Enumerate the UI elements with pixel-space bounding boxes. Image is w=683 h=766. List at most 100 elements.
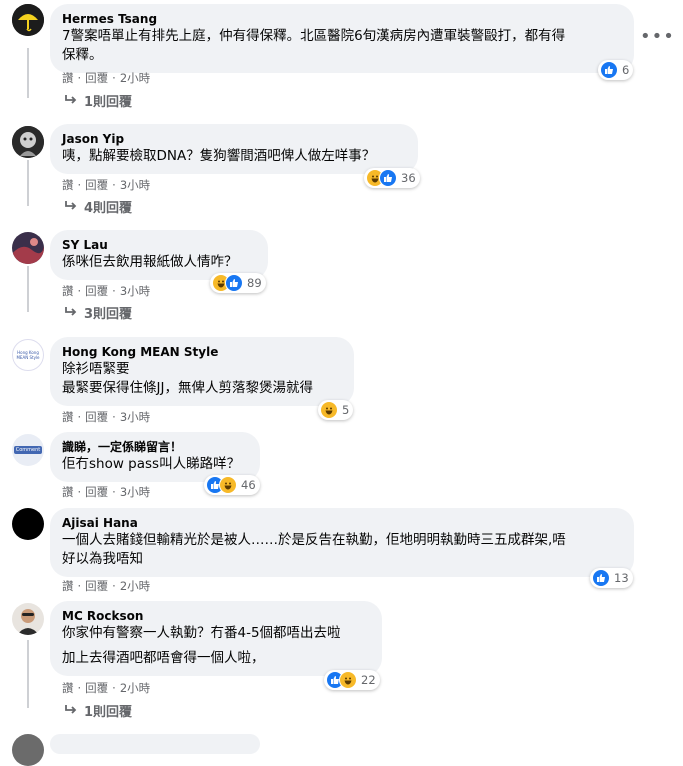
like-button[interactable]: 讚 bbox=[62, 680, 74, 696]
like-button[interactable]: 讚 bbox=[62, 409, 74, 425]
comment-bubble: Hong Kong MEAN Style 除衫唔緊要 最緊要保得住條JJ，無俾人… bbox=[50, 337, 354, 406]
like-button[interactable]: 讚 bbox=[62, 578, 74, 594]
comment-line: 好以為我唔知 bbox=[62, 551, 143, 567]
separator: · bbox=[77, 178, 82, 192]
separator: · bbox=[112, 681, 116, 695]
timestamp[interactable]: 2小時 bbox=[120, 578, 150, 594]
comment-line: 加上去得酒吧都唔會得一個人啦， bbox=[62, 650, 265, 666]
comment-actions: 讚 · 回覆 · 2小時 bbox=[62, 680, 150, 696]
timestamp[interactable]: 2小時 bbox=[120, 70, 150, 86]
reaction-summary[interactable]: 46 bbox=[204, 475, 260, 495]
separator: · bbox=[77, 284, 82, 298]
avatar[interactable] bbox=[12, 4, 44, 36]
reaction-count: 6 bbox=[622, 63, 630, 77]
timestamp[interactable]: 3小時 bbox=[120, 484, 150, 500]
separator: · bbox=[77, 681, 82, 695]
like-reaction-icon bbox=[379, 169, 397, 187]
haha-reaction-icon bbox=[339, 671, 357, 689]
comment-actions: 讚 · 回覆 · 2小時 bbox=[62, 578, 150, 594]
comment-author[interactable]: SY Lau bbox=[62, 237, 256, 253]
reply-button[interactable]: 回覆 bbox=[85, 70, 108, 86]
reply-arrow-icon bbox=[64, 306, 78, 324]
reaction-summary[interactable]: 5 bbox=[318, 400, 354, 420]
comment-text: 7警案唔單止有排先上庭，仲有得保釋。北區醫院6旬漢病房內遭軍裝警毆打，都有得 保… bbox=[62, 27, 622, 65]
like-reaction-icon bbox=[592, 569, 610, 587]
comment-bubble: Ajisai Hana 一個人去賭錢但輸精光於是被人……於是反告在執勤，佢地明明… bbox=[50, 508, 634, 577]
avatar[interactable] bbox=[12, 126, 44, 158]
separator: · bbox=[77, 410, 82, 424]
like-button[interactable]: 讚 bbox=[62, 484, 74, 500]
reply-button[interactable]: 回覆 bbox=[85, 409, 108, 425]
separator: · bbox=[112, 284, 116, 298]
more-options-icon[interactable]: ••• bbox=[640, 26, 675, 47]
reply-arrow-icon bbox=[64, 200, 78, 218]
comment-text: 除衫唔緊要 最緊要保得住條JJ，無俾人剪落黎煲湯就得 bbox=[62, 360, 342, 398]
timestamp[interactable]: 3小時 bbox=[120, 177, 150, 193]
avatar[interactable]: Comment bbox=[12, 434, 44, 466]
reaction-summary[interactable]: 6 bbox=[598, 60, 634, 80]
reaction-count: 36 bbox=[401, 171, 416, 185]
view-replies-link[interactable]: 1則回覆 bbox=[64, 94, 132, 112]
separator: · bbox=[77, 71, 82, 85]
avatar[interactable] bbox=[12, 603, 44, 635]
comment-bubble: Jason Yip 咦，點解要檢取DNA？隻狗響間酒吧俾人做左咩事？ bbox=[50, 124, 418, 174]
comment-bubble bbox=[50, 734, 260, 754]
comment-line: 保釋。 bbox=[62, 47, 103, 63]
avatar-logo-text: Hong Kong MEAN Style bbox=[16, 350, 40, 360]
replies-count: 1則回覆 bbox=[84, 705, 133, 720]
thread-line bbox=[27, 266, 29, 312]
reply-button[interactable]: 回覆 bbox=[85, 680, 108, 696]
view-replies-link[interactable]: 3則回覆 bbox=[64, 306, 132, 324]
like-button[interactable]: 讚 bbox=[62, 283, 74, 299]
separator: · bbox=[112, 178, 116, 192]
reply-arrow-icon bbox=[64, 94, 78, 112]
view-replies-link[interactable]: 4則回覆 bbox=[64, 200, 132, 218]
timestamp[interactable]: 3小時 bbox=[120, 409, 150, 425]
comment-author[interactable]: Ajisai Hana bbox=[62, 515, 622, 531]
comment-actions: 讚 · 回覆 · 3小時 bbox=[62, 484, 150, 500]
comment-text: 一個人去賭錢但輸精光於是被人……於是反告在執勤，佢地明明執勤時三五成群架,唔 好… bbox=[62, 531, 622, 569]
comment-author[interactable]: MC Rockson bbox=[62, 608, 370, 624]
avatar[interactable] bbox=[12, 508, 44, 540]
avatar[interactable] bbox=[12, 734, 44, 766]
like-button[interactable]: 讚 bbox=[62, 70, 74, 86]
reaction-summary[interactable]: 13 bbox=[590, 568, 633, 588]
separator: · bbox=[112, 71, 116, 85]
like-reaction-icon bbox=[600, 61, 618, 79]
comment-line: 7警案唔單止有排先上庭，仲有得保釋。北區醫院6旬漢病房內遭軍裝警毆打，都有得 bbox=[62, 28, 566, 44]
reply-arrow-icon bbox=[64, 704, 78, 722]
reaction-count: 22 bbox=[361, 673, 376, 687]
haha-reaction-icon bbox=[320, 401, 338, 419]
timestamp[interactable]: 2小時 bbox=[120, 680, 150, 696]
haha-reaction-icon bbox=[219, 476, 237, 494]
comment-actions: 讚 · 回覆 · 3小時 bbox=[62, 283, 150, 299]
reply-button[interactable]: 回覆 bbox=[85, 484, 108, 500]
reaction-count: 5 bbox=[342, 403, 350, 417]
reaction-count: 46 bbox=[241, 478, 256, 492]
comment-actions: 讚 · 回覆 · 3小時 bbox=[62, 409, 150, 425]
separator: · bbox=[112, 410, 116, 424]
comment-author[interactable]: Jason Yip bbox=[62, 131, 406, 147]
avatar[interactable] bbox=[12, 232, 44, 264]
avatar[interactable]: Hong Kong MEAN Style bbox=[12, 339, 44, 371]
like-reaction-icon bbox=[225, 274, 243, 292]
like-button[interactable]: 讚 bbox=[62, 177, 74, 193]
comment-bubble: MC Rockson 你家仲有警察一人執勤？冇番4-5個都唔出去啦 加上去得酒吧… bbox=[50, 601, 382, 676]
thread-line bbox=[27, 48, 29, 98]
reply-button[interactable]: 回覆 bbox=[85, 177, 108, 193]
reaction-summary[interactable]: 89 bbox=[210, 273, 266, 293]
comment-author[interactable]: 識睇，一定係睇留言！ bbox=[62, 439, 248, 455]
view-replies-link[interactable]: 1則回覆 bbox=[64, 704, 132, 722]
reaction-summary[interactable]: 22 bbox=[324, 670, 380, 690]
comment-line: 一個人去賭錢但輸精光於是被人……於是反告在執勤，佢地明明執勤時三五成群架,唔 bbox=[62, 532, 566, 548]
reaction-summary[interactable]: 36 bbox=[364, 168, 420, 188]
comment-actions: 讚 · 回覆 · 3小時 bbox=[62, 177, 150, 193]
timestamp[interactable]: 3小時 bbox=[120, 283, 150, 299]
comment-author[interactable]: Hong Kong MEAN Style bbox=[62, 344, 342, 360]
comment-line: 最緊要保得住條JJ，無俾人剪落黎煲湯就得 bbox=[62, 380, 313, 396]
thread-line bbox=[27, 160, 29, 206]
reply-button[interactable]: 回覆 bbox=[85, 283, 108, 299]
reply-button[interactable]: 回覆 bbox=[85, 578, 108, 594]
comment-line: 除衫唔緊要 bbox=[62, 361, 130, 377]
comment-author[interactable]: Hermes Tsang bbox=[62, 11, 622, 27]
